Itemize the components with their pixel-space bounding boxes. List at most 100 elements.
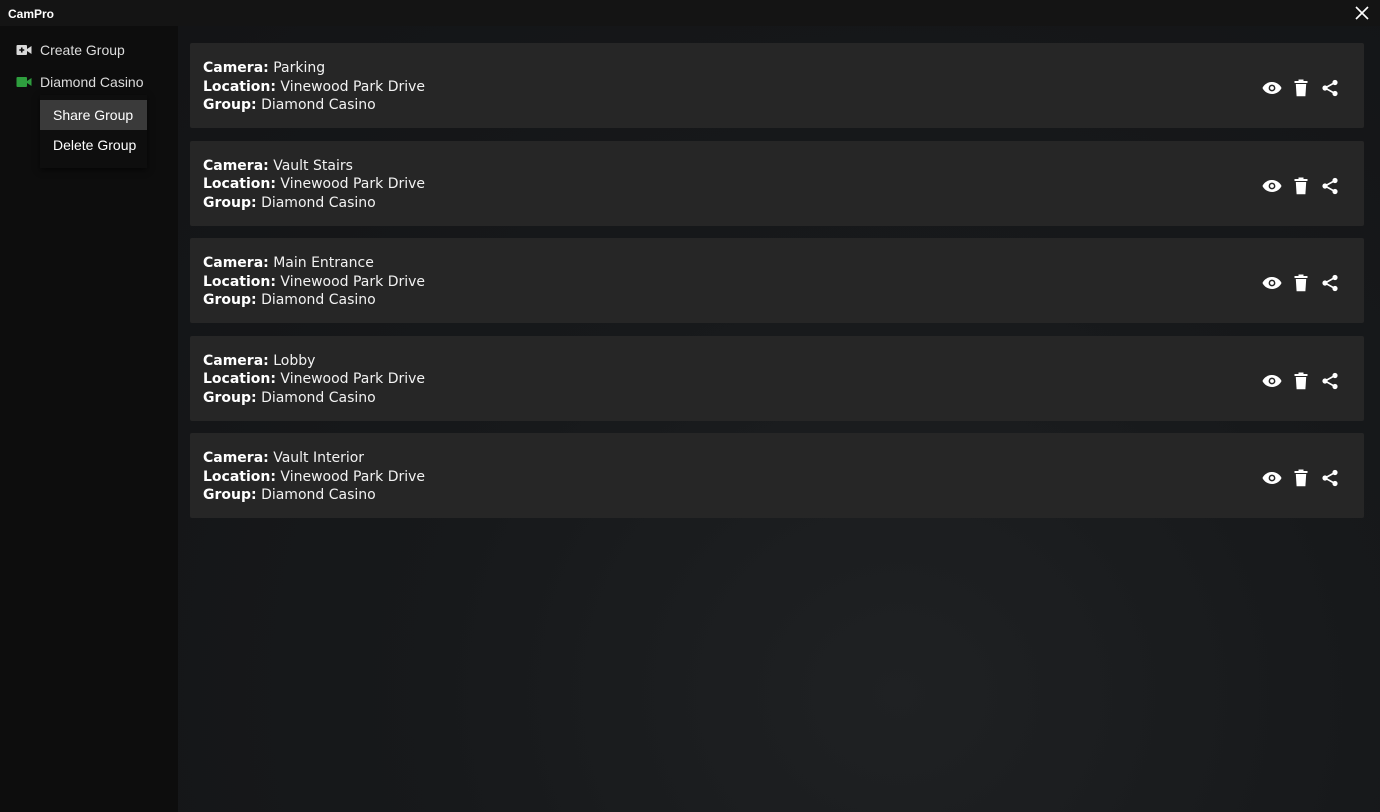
camera-card: Camera: Lobby Location: Vinewood Park Dr… xyxy=(190,335,1364,421)
camera-group-row: Group: Diamond Casino xyxy=(203,486,425,505)
trash-icon xyxy=(1294,469,1308,487)
camera-location: Vinewood Park Drive xyxy=(280,371,426,388)
camera-group-row: Group: Diamond Casino xyxy=(203,389,425,408)
share-camera-button[interactable] xyxy=(1320,78,1340,98)
camera-group-row: Group: Diamond Casino xyxy=(203,96,425,115)
delete-camera-button[interactable] xyxy=(1291,78,1311,98)
camera-group: Diamond Casino xyxy=(261,389,376,406)
camera-name: Lobby xyxy=(273,352,316,369)
camera-info: Camera: Main Entrance Location: Vinewood… xyxy=(203,254,425,310)
trash-icon xyxy=(1294,177,1308,194)
add-video-icon xyxy=(16,45,32,55)
camera-label: Camera: xyxy=(203,60,269,76)
camera-name-row: Camera: Lobby xyxy=(203,352,425,371)
camera-info: Camera: Vault Interior Location: Vinewoo… xyxy=(203,449,425,505)
eye-icon xyxy=(1262,277,1282,289)
trash-icon xyxy=(1294,372,1308,389)
view-camera-button[interactable] xyxy=(1262,371,1282,391)
camera-list: Camera: Parking Location: Vinewood Park … xyxy=(178,26,1380,812)
camera-location: Vinewood Park Drive xyxy=(280,78,426,95)
location-label: Location: xyxy=(203,468,276,485)
group-label: Group: xyxy=(203,97,257,114)
camera-actions xyxy=(1262,176,1340,196)
camera-name-row: Camera: Parking xyxy=(203,59,425,78)
delete-camera-button[interactable] xyxy=(1291,371,1311,391)
camera-actions xyxy=(1262,468,1340,488)
view-camera-button[interactable] xyxy=(1262,78,1282,98)
share-icon xyxy=(1322,274,1338,292)
group-label: Group: xyxy=(203,487,257,504)
location-label: Location: xyxy=(203,273,276,290)
share-camera-button[interactable] xyxy=(1320,176,1340,196)
trash-icon xyxy=(1294,274,1308,292)
eye-icon xyxy=(1262,82,1282,94)
share-icon xyxy=(1322,79,1338,97)
eye-icon xyxy=(1262,179,1282,192)
camera-label: Camera: xyxy=(203,450,269,466)
view-camera-button[interactable] xyxy=(1262,176,1282,196)
view-camera-button[interactable] xyxy=(1262,273,1282,293)
camera-actions xyxy=(1262,371,1340,391)
delete-group-menu-item[interactable]: Delete Group xyxy=(40,130,147,160)
camera-name-row: Camera: Vault Stairs xyxy=(203,157,425,176)
eye-icon xyxy=(1262,472,1282,484)
camera-actions xyxy=(1262,78,1340,98)
camera-card: Camera: Main Entrance Location: Vinewood… xyxy=(190,238,1364,323)
camera-location-row: Location: Vinewood Park Drive xyxy=(203,175,425,194)
share-icon xyxy=(1322,372,1338,389)
camera-group-row: Group: Diamond Casino xyxy=(203,194,425,213)
location-label: Location: xyxy=(203,371,276,388)
camera-group-row: Group: Diamond Casino xyxy=(203,291,425,310)
view-camera-button[interactable] xyxy=(1262,468,1282,488)
camera-group: Diamond Casino xyxy=(261,194,376,211)
share-camera-button[interactable] xyxy=(1320,273,1340,293)
close-button[interactable] xyxy=(1352,3,1372,23)
sidebar-item-diamond-casino[interactable]: Diamond Casino xyxy=(0,68,178,96)
camera-label: Camera: xyxy=(203,157,269,174)
camera-location-row: Location: Vinewood Park Drive xyxy=(203,273,425,292)
camera-location-row: Location: Vinewood Park Drive xyxy=(203,468,425,487)
camera-group: Diamond Casino xyxy=(261,292,376,309)
video-camera-icon xyxy=(16,77,32,87)
camera-location: Vinewood Park Drive xyxy=(280,468,426,485)
camera-name-row: Camera: Vault Interior xyxy=(203,449,425,468)
app-title: CamPro xyxy=(8,7,55,21)
camera-info: Camera: Lobby Location: Vinewood Park Dr… xyxy=(203,352,425,408)
delete-camera-button[interactable] xyxy=(1291,468,1311,488)
camera-card: Camera: Parking Location: Vinewood Park … xyxy=(190,43,1364,128)
delete-camera-button[interactable] xyxy=(1291,176,1311,196)
sidebar-item-create-group[interactable]: Create Group xyxy=(0,36,178,64)
camera-location: Vinewood Park Drive xyxy=(280,273,426,290)
camera-actions xyxy=(1262,273,1340,293)
trash-icon xyxy=(1294,79,1308,97)
eye-icon xyxy=(1262,374,1282,387)
camera-info: Camera: Parking Location: Vinewood Park … xyxy=(203,59,425,115)
sidebar-item-label: Diamond Casino xyxy=(40,74,144,90)
delete-camera-button[interactable] xyxy=(1291,273,1311,293)
share-camera-button[interactable] xyxy=(1320,371,1340,391)
camera-label: Camera: xyxy=(203,352,269,369)
camera-location: Vinewood Park Drive xyxy=(280,176,426,193)
camera-location-row: Location: Vinewood Park Drive xyxy=(203,370,425,389)
group-label: Group: xyxy=(203,292,257,309)
camera-group: Diamond Casino xyxy=(261,487,376,504)
camera-name: Parking xyxy=(273,60,326,76)
group-context-menu: Share Group Delete Group xyxy=(40,95,147,168)
share-group-menu-item[interactable]: Share Group xyxy=(40,100,147,130)
camera-label: Camera: xyxy=(203,255,269,271)
camera-name-row: Camera: Main Entrance xyxy=(203,254,425,273)
share-camera-button[interactable] xyxy=(1320,468,1340,488)
camera-card: Camera: Vault Stairs Location: Vinewood … xyxy=(190,140,1364,226)
group-label: Group: xyxy=(203,389,257,406)
camera-card: Camera: Vault Interior Location: Vinewoo… xyxy=(190,433,1364,518)
camera-location-row: Location: Vinewood Park Drive xyxy=(203,78,425,97)
share-icon xyxy=(1322,177,1338,194)
location-label: Location: xyxy=(203,78,276,95)
camera-name: Vault Interior xyxy=(273,450,365,466)
share-icon xyxy=(1322,469,1338,487)
sidebar-item-label: Create Group xyxy=(40,42,125,58)
camera-info: Camera: Vault Stairs Location: Vinewood … xyxy=(203,157,425,213)
close-icon xyxy=(1355,6,1369,20)
camera-name: Vault Stairs xyxy=(273,157,353,174)
title-bar: CamPro xyxy=(0,0,1380,26)
